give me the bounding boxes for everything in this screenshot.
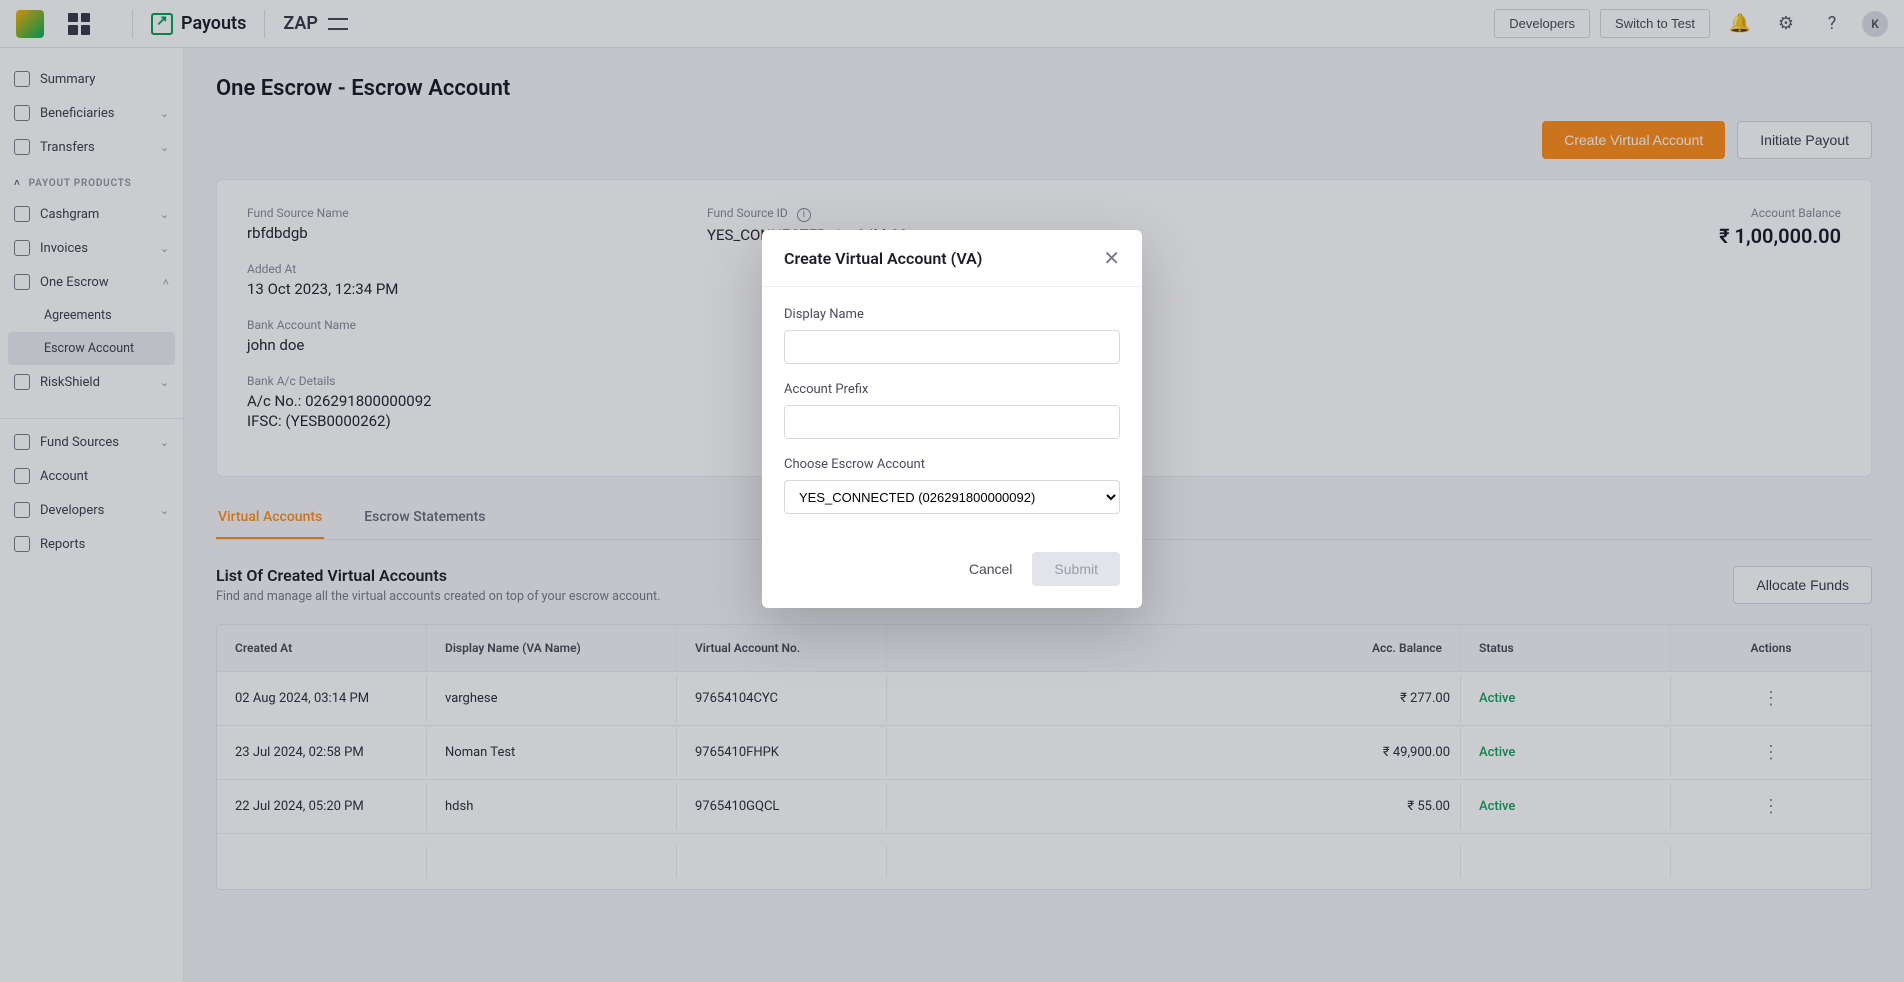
close-icon[interactable]: ✕ <box>1103 248 1120 268</box>
display-name-input[interactable] <box>784 330 1120 364</box>
choose-escrow-label: Choose Escrow Account <box>784 457 1120 472</box>
display-name-label: Display Name <box>784 307 1120 322</box>
cancel-button[interactable]: Cancel <box>963 552 1019 586</box>
account-prefix-label: Account Prefix <box>784 382 1120 397</box>
modal-title: Create Virtual Account (VA) <box>784 249 982 268</box>
modal-body: Display Name Account Prefix Choose Escro… <box>762 287 1142 538</box>
modal-backdrop[interactable]: Create Virtual Account (VA) ✕ Display Na… <box>0 0 1904 982</box>
modal-header: Create Virtual Account (VA) ✕ <box>762 230 1142 287</box>
field-choose-escrow: Choose Escrow Account YES_CONNECTED (026… <box>784 457 1120 514</box>
create-va-modal: Create Virtual Account (VA) ✕ Display Na… <box>762 230 1142 608</box>
submit-button[interactable]: Submit <box>1032 552 1120 586</box>
account-prefix-input[interactable] <box>784 405 1120 439</box>
choose-escrow-select[interactable]: YES_CONNECTED (026291800000092) <box>784 480 1120 514</box>
field-account-prefix: Account Prefix <box>784 382 1120 439</box>
modal-footer: Cancel Submit <box>762 538 1142 608</box>
field-display-name: Display Name <box>784 307 1120 364</box>
